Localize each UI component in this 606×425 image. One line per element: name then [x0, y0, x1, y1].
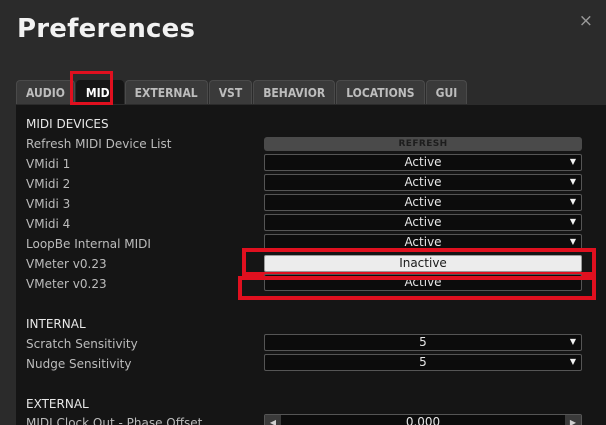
device-label-vmidi-4: VMidi 4: [26, 217, 71, 231]
device-select-vmidi-3[interactable]: Active ▼: [264, 194, 582, 211]
tab-locations[interactable]: LOCATIONS: [336, 80, 425, 104]
scratch-sensitivity-select[interactable]: 5 ▼: [264, 334, 582, 351]
scratch-sensitivity-label: Scratch Sensitivity: [26, 337, 138, 351]
external-heading: EXTERNAL: [26, 397, 89, 411]
caret-down-icon: ▼: [569, 197, 576, 206]
dropdown-value: Active: [404, 195, 442, 209]
caret-down-icon: ▼: [569, 357, 576, 366]
window-title: Preferences: [17, 14, 196, 44]
caret-right-icon[interactable]: ▶: [565, 415, 581, 425]
caret-left-icon[interactable]: ◀: [265, 415, 281, 425]
tab-behavior[interactable]: BEHAVIOR: [253, 80, 336, 104]
stepper-value: 0.000: [405, 415, 441, 425]
caret-down-icon: ▼: [569, 237, 576, 246]
midi-clock-phase-offset-label: MIDI Clock Out - Phase Offset: [26, 416, 203, 425]
device-select-vmeter-2[interactable]: Active: [264, 274, 582, 291]
dropdown-value: 5: [419, 355, 427, 369]
device-label-vmeter-1: VMeter v0.23: [26, 257, 107, 271]
dropdown-value: 5: [419, 335, 427, 349]
caret-down-icon: ▼: [569, 217, 576, 226]
device-select-vmidi-4[interactable]: Active ▼: [264, 214, 582, 231]
caret-down-icon: ▼: [569, 157, 576, 166]
refresh-button[interactable]: REFRESH: [264, 137, 582, 151]
dropdown-value: Active: [404, 155, 442, 169]
device-select-vmeter-1[interactable]: Inactive: [264, 255, 582, 272]
nudge-sensitivity-label: Nudge Sensitivity: [26, 357, 132, 371]
device-label-vmidi-3: VMidi 3: [26, 197, 71, 211]
tab-gui[interactable]: GUI: [425, 80, 468, 104]
dropdown-value: Inactive: [399, 256, 447, 270]
dropdown-value: Active: [404, 175, 442, 189]
midi-clock-phase-offset-stepper[interactable]: 0.000 ◀ ▶: [264, 414, 582, 425]
midi-settings-panel: MIDI DEVICES Refresh MIDI Device List RE…: [16, 105, 606, 425]
tab-midi[interactable]: MIDI: [75, 80, 124, 104]
device-select-vmidi-2[interactable]: Active ▼: [264, 174, 582, 191]
tab-vst[interactable]: VST: [208, 80, 253, 104]
tab-bar: AUDIO MIDI EXTERNAL VST BEHAVIOR LOCATIO…: [16, 78, 468, 105]
nudge-sensitivity-select[interactable]: 5 ▼: [264, 354, 582, 371]
title-bar: Preferences ×: [0, 0, 606, 70]
device-select-loopbe[interactable]: Active ▼: [264, 234, 582, 251]
device-label-vmidi-1: VMidi 1: [26, 157, 71, 171]
device-label-vmidi-2: VMidi 2: [26, 177, 71, 191]
close-icon[interactable]: ×: [579, 11, 593, 31]
midi-devices-heading: MIDI DEVICES: [26, 117, 109, 131]
device-label-loopbe: LoopBe Internal MIDI: [26, 237, 151, 251]
device-select-vmidi-1[interactable]: Active ▼: [264, 154, 582, 171]
tab-audio[interactable]: AUDIO: [16, 80, 75, 104]
dropdown-value: Active: [404, 215, 442, 229]
dropdown-value: Active: [404, 275, 442, 289]
caret-down-icon: ▼: [569, 337, 576, 346]
device-label-vmeter-2: VMeter v0.23: [26, 277, 107, 291]
dropdown-value: Active: [404, 235, 442, 249]
refresh-device-list-label: Refresh MIDI Device List: [26, 137, 172, 151]
internal-heading: INTERNAL: [26, 317, 86, 331]
tab-external[interactable]: EXTERNAL: [124, 80, 208, 104]
caret-down-icon: ▼: [569, 177, 576, 186]
